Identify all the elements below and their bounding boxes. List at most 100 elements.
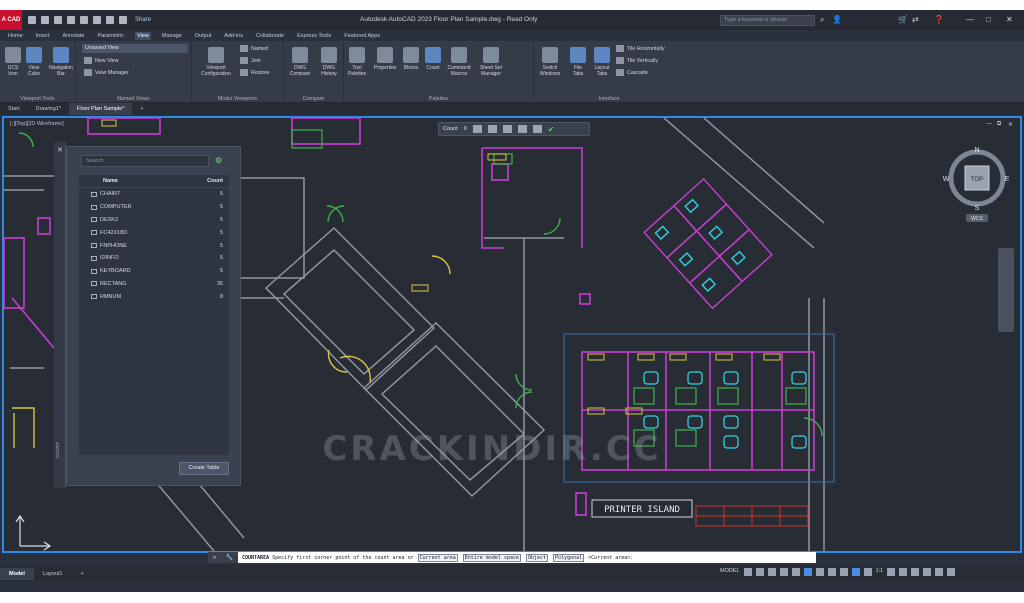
join-viewports-button[interactable]: Join (240, 57, 261, 64)
polar-icon[interactable] (779, 568, 788, 576)
named-view-dropdown[interactable]: Unsaved View (82, 44, 188, 53)
layout-tab-model[interactable]: Model (0, 567, 34, 580)
lineweight-icon[interactable] (815, 568, 824, 576)
view-cube[interactable]: TOP N S E W WCS (942, 144, 1012, 224)
zoom-to-icon[interactable] (502, 125, 512, 133)
list-item[interactable]: RMNUM 8 (79, 290, 229, 303)
navigation-bar[interactable] (998, 248, 1014, 332)
view-cube-button[interactable]: View Cube (24, 47, 44, 77)
open-file-icon[interactable] (41, 16, 49, 24)
annotation-visibility-icon[interactable] (851, 568, 860, 576)
exchange-icon[interactable]: ⇄ (912, 15, 919, 24)
navigation-bar-button[interactable]: Navigation Bar (48, 47, 74, 77)
layout-tabs-button[interactable]: Layout Tabs (591, 47, 613, 77)
option-entire-model-space[interactable]: Entire model space (462, 553, 521, 562)
new-file-icon[interactable] (28, 16, 36, 24)
insert-field-icon[interactable] (517, 125, 527, 133)
properties-button[interactable]: Properties (370, 47, 400, 71)
tab-collaborate[interactable]: Collaborate (254, 32, 286, 40)
next-icon[interactable] (487, 125, 497, 133)
column-name-header[interactable]: Name (103, 178, 118, 184)
ortho-icon[interactable] (767, 568, 776, 576)
cart-icon[interactable]: 🛒 (898, 15, 908, 24)
workspace-gear-icon[interactable] (887, 568, 896, 576)
search-icon[interactable]: ⌕ (820, 15, 824, 25)
dwg-history-button[interactable]: DWG History (315, 47, 343, 77)
viewport-label[interactable]: [-][Top][2D Wireframe] (10, 121, 64, 127)
restore-viewports-button[interactable]: Restore (240, 69, 270, 76)
object-snap-icon[interactable] (803, 568, 812, 576)
create-table-button[interactable]: Create Table (179, 462, 229, 475)
tile-horizontally-button[interactable]: Tile Horizontally (616, 45, 664, 52)
wcs-label[interactable]: WCS (971, 216, 983, 222)
blocks-button[interactable]: Blocks (400, 47, 422, 71)
ucs-icon-button[interactable]: UCS Icon (4, 47, 22, 77)
plus-icon[interactable] (899, 568, 908, 576)
isodraft-icon[interactable] (791, 568, 800, 576)
viewport-minimize-icon[interactable]: — (986, 121, 992, 127)
list-item[interactable]: CHAIR7 5 (79, 188, 229, 201)
new-view-button[interactable]: New View (84, 57, 118, 64)
file-tab-floor-plan[interactable]: Floor Plan Sample* (69, 103, 133, 115)
minimize-icon[interactable]: — (966, 15, 974, 24)
new-tab-button[interactable]: + (132, 103, 151, 115)
list-item[interactable]: DESK2 5 (79, 214, 229, 227)
save-as-icon[interactable] (67, 16, 75, 24)
annotation-scale[interactable]: 1:1 (876, 568, 884, 576)
option-polygonal[interactable]: Polygonal (553, 553, 585, 562)
tool-palettes-button[interactable]: Tool Palettes (344, 47, 370, 77)
view-cube-top-label[interactable]: TOP (971, 177, 983, 183)
named-viewports-button[interactable]: Named (240, 45, 268, 52)
undo-icon[interactable] (106, 16, 114, 24)
tab-insert[interactable]: Insert (34, 32, 52, 40)
wrench-icon[interactable]: 🔧 (226, 554, 233, 561)
grid-icon[interactable] (743, 568, 752, 576)
cascade-button[interactable]: Cascade (616, 69, 648, 76)
viewport-restore-icon[interactable]: ⧉ (997, 121, 1001, 128)
redo-icon[interactable] (119, 16, 127, 24)
compass-west[interactable]: W (943, 176, 950, 183)
sheet-set-manager-button[interactable]: Sheet Set Manager (475, 47, 507, 77)
add-layout-button[interactable]: + (71, 568, 92, 580)
user-icon[interactable]: 👤 (832, 15, 842, 24)
autoscale-icon[interactable] (863, 568, 872, 576)
file-tab-start[interactable]: Start (0, 103, 28, 115)
maximize-icon[interactable]: □ (986, 15, 991, 24)
tile-vertically-button[interactable]: Tile Vertically (616, 57, 658, 64)
list-item[interactable]: COMPUTER 5 (79, 201, 229, 214)
palette-close-icon[interactable]: ✕ (57, 146, 63, 154)
column-count-header[interactable]: Count (207, 178, 223, 184)
list-item[interactable]: FNPHONE 5 (79, 239, 229, 252)
hardware-accel-icon[interactable] (923, 568, 932, 576)
tab-add-ins[interactable]: Add-ins (222, 32, 245, 40)
tab-output[interactable]: Output (193, 32, 214, 40)
compass-east[interactable]: E (1005, 176, 1010, 183)
app-logo[interactable]: A CAD (0, 10, 22, 30)
tab-express-tools[interactable]: Express Tools (295, 32, 333, 40)
count-palette-title-strip[interactable]: ✕ COUNT (54, 142, 66, 488)
file-tabs-button[interactable]: File Tabs (568, 47, 588, 77)
cloud-icon[interactable] (80, 16, 88, 24)
transparency-icon[interactable] (827, 568, 836, 576)
option-current-area[interactable]: Current area (417, 553, 458, 562)
share-button[interactable]: Share (135, 17, 151, 23)
list-item[interactable]: IDINFO 5 (79, 252, 229, 265)
help-search-input[interactable]: Type a keyword or phrase (720, 15, 815, 26)
isolate-icon[interactable] (911, 568, 920, 576)
count-search-input[interactable]: Search (81, 155, 209, 167)
snap-icon[interactable] (755, 568, 764, 576)
settings-icon[interactable]: ⚙ (215, 156, 222, 165)
selection-cycling-icon[interactable] (839, 568, 848, 576)
close-icon[interactable]: ✕ (213, 554, 217, 561)
tab-manage[interactable]: Manage (160, 32, 184, 40)
list-item[interactable]: RECTANG 35 (79, 278, 229, 291)
save-icon[interactable] (54, 16, 62, 24)
tab-home[interactable]: Home (6, 32, 25, 40)
tab-featured-apps[interactable]: Featured Apps (342, 32, 382, 40)
viewport-close-icon[interactable]: ✕ (1008, 121, 1013, 128)
help-icon[interactable]: ❓ (934, 15, 944, 24)
tab-parametric[interactable]: Parametric (95, 32, 126, 40)
list-item[interactable]: FC42X18D 5 (79, 226, 229, 239)
dwg-compare-button[interactable]: DWG Compare (286, 47, 314, 77)
command-macros-button[interactable]: Command Macros (444, 47, 474, 77)
